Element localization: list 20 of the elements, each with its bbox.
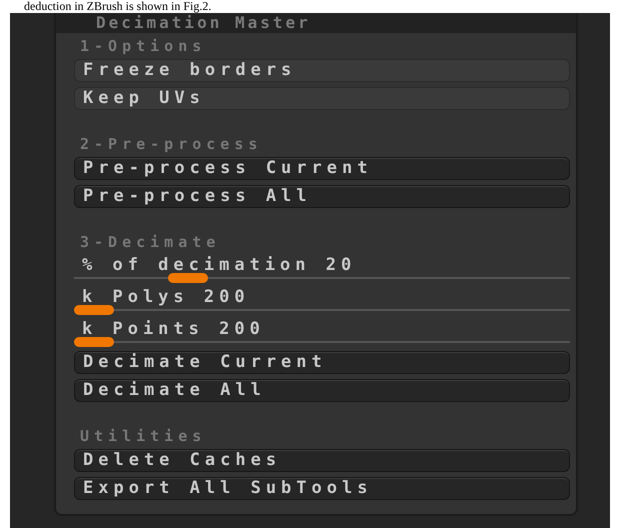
slider-thumb[interactable] [74,337,114,347]
slider-thumb[interactable] [74,305,114,315]
action-button[interactable]: Pre-process All [74,185,570,208]
panel-title: Decimation Master [56,13,576,33]
caption-text: deduction in ZBrush is shown in Fig.2. [23,0,212,13]
toggle-button[interactable]: Keep UVs [74,87,570,110]
toggle-button[interactable]: Freeze borders [74,59,570,82]
slider-label: k Points 200 [81,319,266,339]
slider-label: % of decimation 20 [81,255,358,275]
action-button[interactable]: Decimate All [74,379,570,402]
action-button[interactable]: Delete Caches [74,449,570,472]
section-heading: 1-Options [80,37,208,55]
slider-thumb[interactable] [168,273,208,283]
action-button[interactable]: Export All SubTools [74,477,570,500]
section-heading: 3-Decimate [80,233,222,251]
section-heading: 2-Pre-process [80,135,264,153]
slider-label: k Polys 200 [81,287,251,307]
action-button[interactable]: Decimate Current [74,351,570,374]
section-heading: Utilities [80,427,208,445]
action-button[interactable]: Pre-process Current [74,157,570,180]
